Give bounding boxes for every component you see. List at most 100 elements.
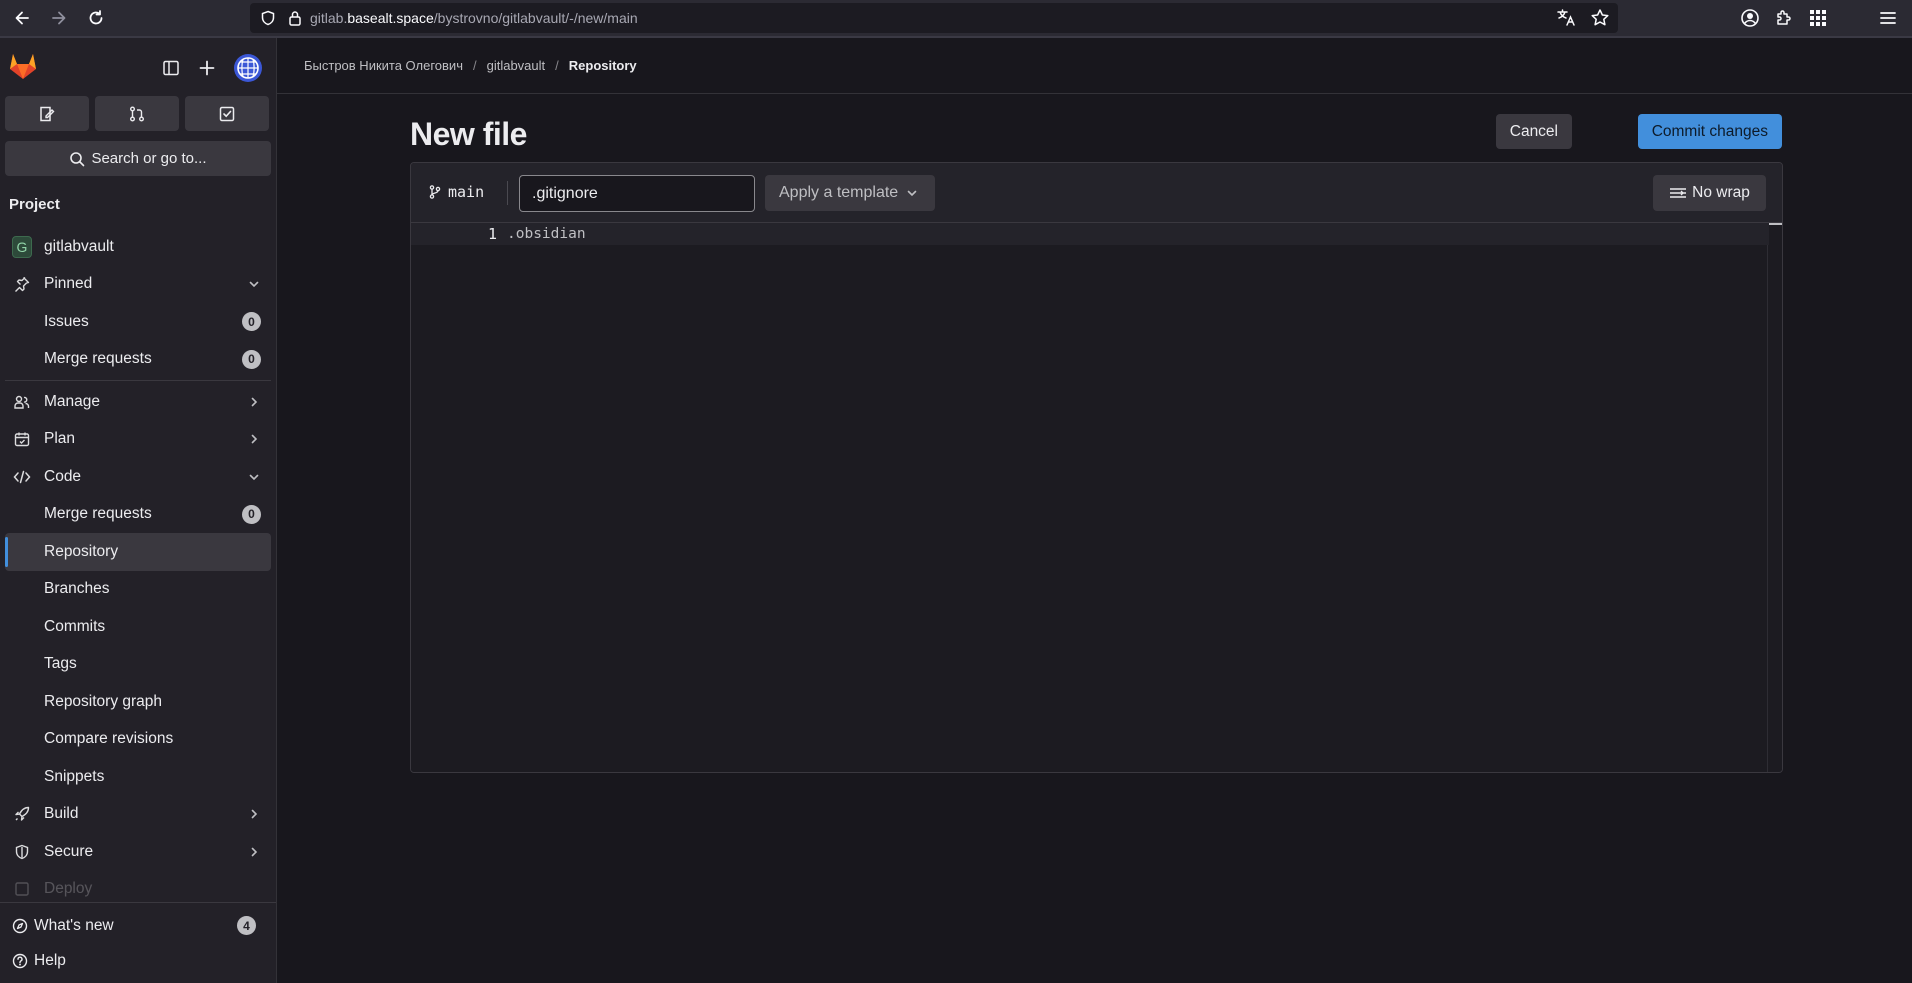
todo-icon [218,105,236,123]
sidebar-footer: What's new 4 Help [0,902,276,983]
breadcrumb-current[interactable]: Repository [569,58,637,73]
calendar-icon [12,431,32,447]
url-prefix: gitlab. [310,10,348,26]
branch-indicator: main [429,183,484,201]
sidebar-item-label: Merge requests [44,350,152,368]
breadcrumb-separator: / [472,58,477,73]
no-wrap-label: No wrap [1692,184,1750,201]
account-icon[interactable] [1740,8,1760,28]
commit-changes-button[interactable]: Commit changes [1637,114,1782,149]
chevron-right-icon [248,433,260,445]
bookmark-star-icon[interactable] [1590,8,1610,28]
whats-new-button[interactable]: What's new 4 [0,908,276,943]
sidebar-item-branches[interactable]: Branches [0,571,276,609]
page-title: New file [410,116,527,152]
count-badge: 0 [242,349,261,369]
chevron-right-icon [248,808,260,820]
sidebar-item-label: Build [44,805,79,823]
reload-icon[interactable] [81,3,111,33]
sidebar-item-label: Tags [44,655,77,673]
filename-input[interactable] [519,175,755,212]
chevron-down-icon [248,278,260,290]
help-button[interactable]: Help [0,943,276,978]
sidebar-item-secure[interactable]: Secure [0,833,276,871]
sidebar-item-label: Pinned [44,275,93,293]
sidebar-item-label: gitlabvault [44,237,114,255]
chevron-down-icon [906,187,918,199]
sidebar-item-project[interactable]: G gitlabvault [0,228,276,266]
sidebar-item-label: Code [44,467,82,485]
sidebar-item-label: Plan [44,430,76,448]
cancel-button[interactable]: Cancel [1495,114,1572,149]
whats-new-label: What's new [34,916,114,934]
no-wrap-button[interactable]: No wrap [1653,175,1766,211]
sidebar-item-tags[interactable]: Tags [0,646,276,684]
shield-icon [12,844,32,860]
sidebar-toggle-icon[interactable] [162,59,180,77]
sidebar-item-pinned-merge-requests[interactable]: Merge requests 0 [0,341,276,379]
sidebar-item-label: Manage [44,392,101,410]
whats-new-badge: 4 [237,916,256,935]
sidebar-item-label: Snippets [44,767,105,785]
lock-icon[interactable] [288,10,302,26]
forward-icon[interactable] [44,3,74,33]
breadcrumb-project[interactable]: gitlabvault [487,58,546,73]
url-bar[interactable]: gitlab.basealt.space/bystrovno/gitlabvau… [250,3,1618,33]
url-path: /bystrovno/gitlabvault/-/new/main [433,10,638,26]
back-icon[interactable] [7,3,37,33]
breadcrumb-separator: / [555,58,559,73]
sidebar-item-label: Commits [44,617,106,635]
sidebar-item-build[interactable]: Build [0,796,276,834]
merge-requests-button[interactable] [95,96,179,131]
create-new-icon[interactable] [198,59,216,77]
gitlab-logo-icon[interactable] [8,52,38,80]
translate-icon[interactable] [1556,8,1576,28]
sidebar-item-plan[interactable]: Plan [0,421,276,459]
sidebar-item-label: Branches [44,580,110,598]
sidebar-item-repository[interactable]: Repository [5,533,271,571]
sidebar-item-commits[interactable]: Commits [0,608,276,646]
sidebar-divider [5,380,271,381]
sidebar-item-label: Secure [44,842,94,860]
sidebar-item-pinned[interactable]: Pinned [0,266,276,304]
compass-icon [12,918,28,934]
apps-grid-icon[interactable] [1808,8,1828,28]
chevron-right-icon [248,846,260,858]
editor-toolbar: main Apply a template No wrap [411,163,1782,223]
help-label: Help [34,951,66,969]
extensions-icon[interactable] [1774,8,1794,28]
breadcrumb: Быстров Никита Олегович / gitlabvault / … [277,38,1912,94]
sidebar-item-code[interactable]: Code [0,458,276,496]
todo-list-button[interactable] [185,96,269,131]
shield-icon[interactable] [260,10,276,26]
sidebar: Search or go to... Project G gitlabvault… [0,38,277,983]
sidebar-item-manage[interactable]: Manage [0,383,276,421]
line-content: .obsidian [507,226,586,242]
code-line[interactable]: 1 .obsidian [411,223,1769,245]
branch-icon [429,185,441,199]
branch-name: main [448,183,485,201]
quick-actions [0,96,276,131]
sidebar-item-repository-graph[interactable]: Repository graph [0,683,276,721]
search-button[interactable]: Search or go to... [5,141,271,176]
deploy-icon [12,881,32,897]
sidebar-item-snippets[interactable]: Snippets [0,758,276,796]
main-content: Быстров Никита Олегович / gitlabvault / … [277,38,1912,983]
sidebar-item-issues[interactable]: Issues 0 [0,303,276,341]
user-avatar[interactable] [234,54,262,82]
code-editor[interactable]: 1 .obsidian [411,223,1782,772]
sidebar-item-compare-revisions[interactable]: Compare revisions [0,721,276,759]
code-icon [12,469,32,485]
chevron-right-icon [248,396,260,408]
apply-template-dropdown[interactable]: Apply a template [765,175,935,211]
search-label: Search or go to... [91,150,207,167]
help-icon [12,953,28,969]
editor-scrollbar-marker [1768,223,1782,225]
assigned-issues-button[interactable] [5,96,89,131]
sidebar-item-label: Deploy [44,880,93,898]
sidebar-item-label: Compare revisions [44,730,174,748]
breadcrumb-user[interactable]: Быстров Никита Олегович [304,58,463,73]
sidebar-item-merge-requests[interactable]: Merge requests 0 [0,496,276,534]
editor-scrollbar-track[interactable] [1767,223,1768,772]
menu-icon[interactable] [1878,8,1898,28]
